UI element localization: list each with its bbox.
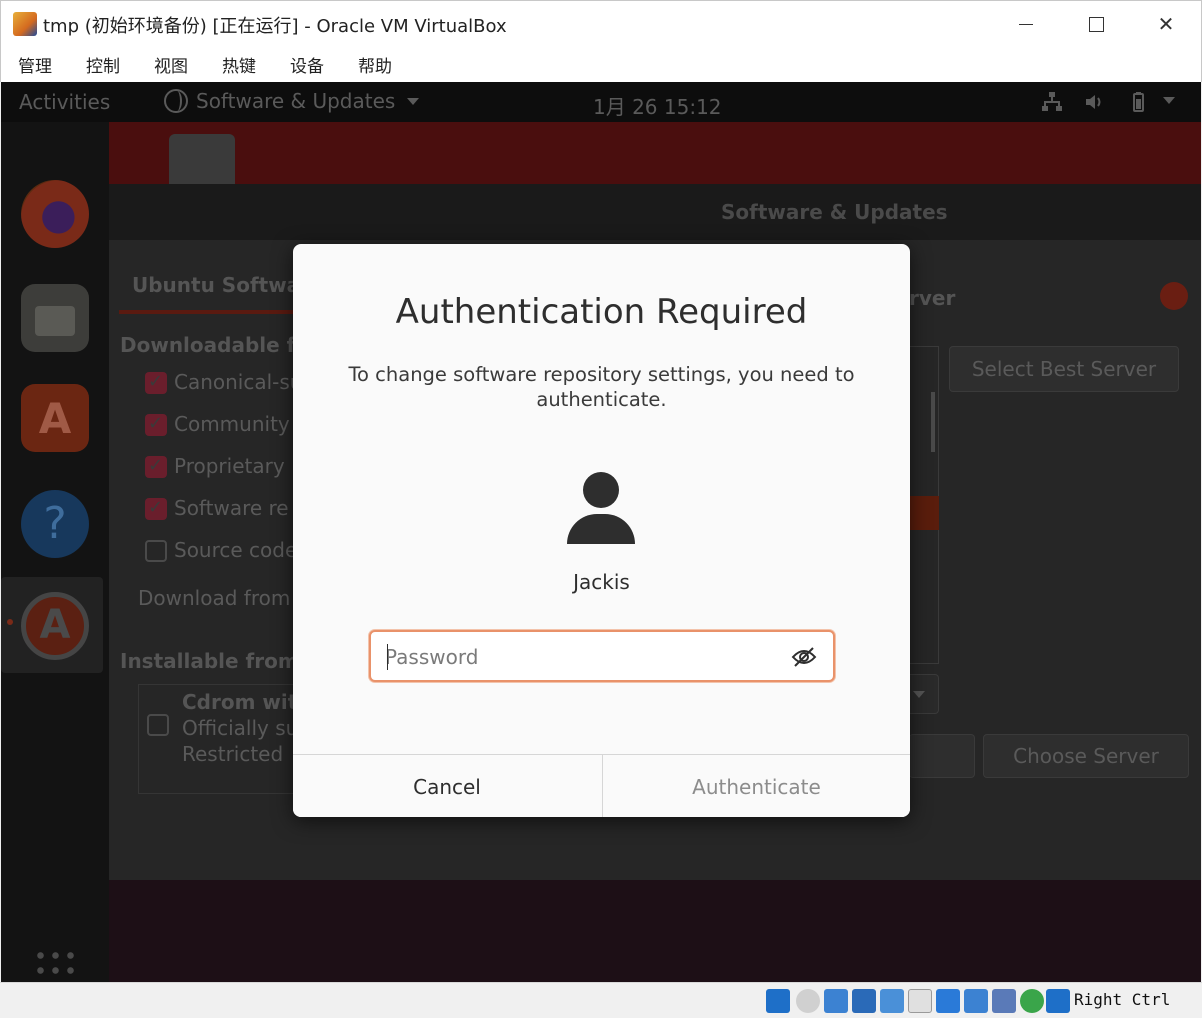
software-updates-title: Software & Updates	[721, 200, 948, 224]
display-icon[interactable]	[936, 989, 960, 1013]
system-menu-chevron-icon[interactable]	[1163, 97, 1175, 104]
menu-devices[interactable]: 设备	[290, 52, 324, 77]
software-updates-header: Software & Updates	[109, 184, 1201, 240]
menu-manage[interactable]: 管理	[18, 52, 52, 77]
network-adapter-icon[interactable]	[852, 989, 876, 1013]
minimize-button[interactable]	[1003, 7, 1049, 41]
home-folder-icon	[169, 134, 235, 190]
ubuntu-top-bar: Activities Software & Updates 1月 26 15:1…	[1, 82, 1201, 122]
ubuntu-software-icon[interactable]	[21, 384, 89, 452]
checkbox-cdrom[interactable]	[147, 714, 169, 736]
choose-server-button[interactable]: Choose Server	[983, 734, 1189, 778]
maximize-button[interactable]	[1073, 7, 1119, 41]
clock[interactable]: 1月 26 15:12	[593, 91, 722, 120]
app-menu-label: Software & Updates	[196, 89, 396, 113]
optical-drive-icon[interactable]	[796, 989, 820, 1013]
help-icon[interactable]	[21, 490, 89, 558]
files-icon[interactable]	[21, 284, 89, 352]
checkbox-proprietary-label: Proprietary	[174, 454, 285, 478]
authenticate-button[interactable]: Authenticate	[602, 755, 910, 817]
cdrom-title: Cdrom wit	[182, 690, 298, 714]
dropdown-chevron-icon	[913, 691, 925, 698]
audio-icon[interactable]	[824, 989, 848, 1013]
eye-off-icon[interactable]	[791, 646, 817, 668]
checkbox-software-restricted-label: Software re	[174, 496, 289, 520]
checkbox-community-label: Community	[174, 412, 290, 436]
password-field[interactable]	[369, 630, 835, 682]
network-icon[interactable]	[1041, 91, 1063, 118]
show-applications-icon[interactable]	[33, 948, 79, 982]
server-list-scrollbar[interactable]	[931, 392, 935, 452]
checkbox-source-code[interactable]	[145, 540, 167, 562]
close-window-button[interactable]	[1143, 7, 1189, 41]
text-caret	[387, 644, 388, 670]
guest-additions-icon[interactable]	[1020, 989, 1044, 1013]
cancel-button[interactable]: Cancel	[293, 755, 601, 817]
menu-control[interactable]: 控制	[86, 52, 120, 77]
server-dialog-title: rver	[909, 286, 956, 310]
server-dropdown[interactable]	[909, 674, 939, 714]
tab-ubuntu-software[interactable]: Ubuntu Softwa	[132, 273, 300, 297]
chevron-down-icon	[407, 97, 420, 105]
usb-icon[interactable]	[880, 989, 904, 1013]
tab-underline	[119, 310, 299, 314]
cdrom-line3: Restricted	[182, 742, 284, 766]
hard-disk-icon[interactable]	[766, 989, 790, 1013]
app-menu[interactable]: Software & Updates	[164, 89, 420, 113]
checkbox-canonical-label: Canonical-su	[174, 370, 303, 394]
menu-hotkeys[interactable]: 热键	[222, 52, 256, 77]
vm-display[interactable]: Software & Updates Ubuntu Softwa Downloa…	[1, 82, 1201, 982]
cdrom-line2: Officially su	[182, 716, 299, 740]
server-dialog-close-icon[interactable]	[1160, 282, 1188, 310]
files-window-header	[109, 122, 1201, 188]
host-key-label: Right Ctrl	[1074, 990, 1171, 1009]
auth-dialog-description: To change software repository settings, …	[348, 363, 855, 411]
cpu-virtualization-icon[interactable]	[992, 989, 1016, 1013]
volume-icon[interactable]	[1083, 91, 1105, 118]
server-list-selected-row[interactable]	[909, 496, 939, 530]
auth-dialog-buttons: Cancel Authenticate	[293, 754, 910, 817]
mouse-integration-icon[interactable]	[1046, 989, 1070, 1013]
authentication-dialog: Authentication Required To change softwa…	[293, 244, 910, 817]
window-title: tmp (初始环境备份) [正在运行] - Oracle VM VirtualB…	[43, 16, 507, 37]
checkbox-source-code-label: Source code	[174, 538, 298, 562]
software-updater-icon[interactable]	[21, 592, 89, 660]
downloadable-heading: Downloadable fr	[120, 333, 306, 357]
user-name: Jackis	[573, 570, 630, 594]
software-updates-globe-icon	[164, 89, 188, 113]
server-cancel-button[interactable]	[909, 734, 975, 778]
select-best-server-button[interactable]: Select Best Server	[949, 346, 1179, 392]
video-capture-icon[interactable]	[964, 989, 988, 1013]
virtualbox-app-icon	[13, 12, 37, 36]
vbox-statusbar: Right Ctrl	[0, 982, 1202, 1018]
auth-dialog-title: Authentication Required	[395, 292, 808, 332]
installable-heading: Installable from	[120, 649, 299, 673]
firefox-icon[interactable]	[21, 180, 89, 248]
ubuntu-dock	[1, 122, 109, 982]
running-indicator	[7, 619, 13, 625]
vbox-menubar: 管理 控制 视图 热键 设备 帮助	[0, 46, 1202, 82]
user-avatar-icon	[567, 472, 635, 546]
menu-view[interactable]: 视图	[154, 52, 188, 77]
checkbox-community[interactable]	[145, 413, 167, 436]
checkbox-proprietary[interactable]	[145, 455, 167, 478]
shared-folders-icon[interactable]	[908, 989, 932, 1013]
checkbox-canonical[interactable]	[145, 371, 167, 394]
window-titlebar: tmp (初始环境备份) [正在运行] - Oracle VM VirtualB…	[0, 0, 1202, 46]
menu-help[interactable]: 帮助	[358, 52, 392, 77]
download-from-label: Download from	[138, 586, 291, 610]
battery-icon[interactable]	[1127, 91, 1149, 118]
checkbox-software-restricted[interactable]	[145, 497, 167, 520]
activities-button[interactable]: Activities	[19, 90, 110, 114]
password-input[interactable]	[385, 642, 765, 672]
